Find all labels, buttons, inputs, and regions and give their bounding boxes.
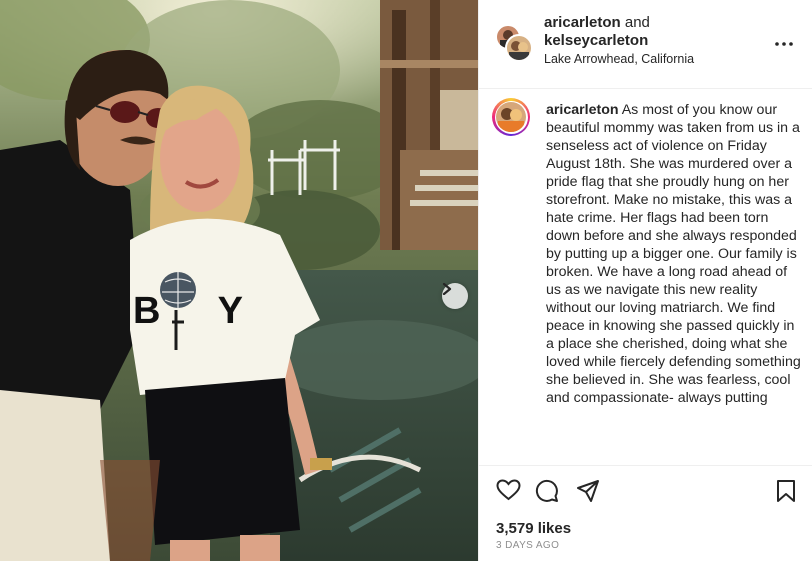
next-photo-button[interactable]: [442, 283, 468, 309]
caption-avatar[interactable]: [492, 98, 530, 136]
bookmark-icon[interactable]: [776, 479, 796, 503]
comment-icon[interactable]: [535, 479, 559, 503]
photo-illustration: B Y: [0, 0, 478, 561]
post-caption: aricarleton As most of you know our beau…: [546, 101, 802, 407]
avatar-photo-icon: [509, 41, 529, 60]
instagram-post: B Y aricarleton and kelseycarleton Lake …: [0, 0, 812, 561]
header-connector: and: [624, 14, 650, 31]
post-side-panel: aricarleton and kelseycarleton Lake Arro…: [478, 0, 812, 561]
heart-icon[interactable]: [496, 479, 521, 501]
more-options-button[interactable]: [775, 30, 793, 51]
header-username-2[interactable]: kelseycarleton: [544, 32, 648, 49]
avatar-photo-icon: [496, 102, 526, 132]
shirt-lettering: B Y: [133, 290, 243, 332]
post-photo[interactable]: B Y: [0, 0, 478, 561]
collab-avatars[interactable]: [495, 24, 533, 62]
send-icon[interactable]: [576, 479, 600, 503]
like-count[interactable]: 3,579 likes: [496, 520, 571, 537]
more-horizontal-icon: [775, 42, 793, 46]
header-usernames: aricarleton and kelseycarleton: [544, 14, 650, 50]
comments-section: aricarleton As most of you know our beau…: [479, 89, 812, 464]
header-username-1[interactable]: aricarleton: [544, 14, 621, 31]
caption-username[interactable]: aricarleton: [546, 102, 619, 118]
post-header: aricarleton and kelseycarleton Lake Arro…: [479, 0, 812, 89]
caption-text: As most of you know our beautiful mommy …: [546, 102, 801, 406]
action-bar: 3,579 likes 3 DAYS AGO: [479, 465, 812, 562]
location-link[interactable]: Lake Arrowhead, California: [544, 52, 694, 66]
avatar-user2: [505, 34, 533, 62]
chevron-right-icon: [442, 283, 452, 295]
post-timestamp[interactable]: 3 DAYS AGO: [496, 540, 559, 551]
